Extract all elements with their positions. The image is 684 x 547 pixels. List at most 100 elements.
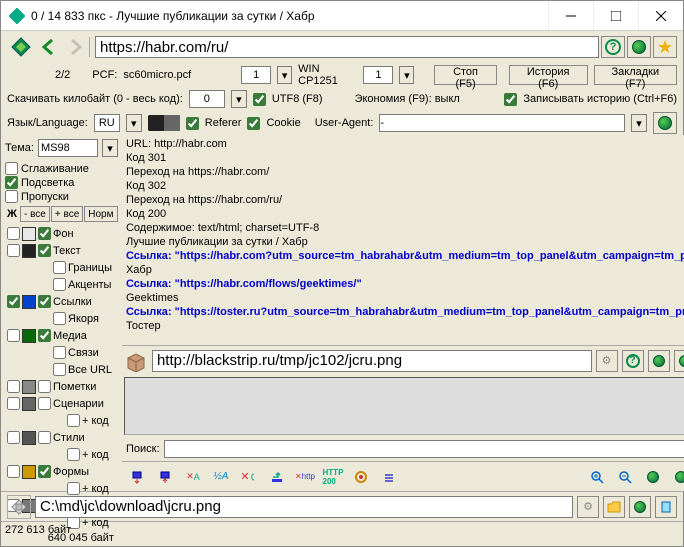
filter-sub-checkbox[interactable]: [53, 363, 66, 376]
tool-6-button[interactable]: [264, 465, 290, 489]
language-input[interactable]: [94, 114, 120, 132]
filter-checkbox-1[interactable]: [7, 397, 20, 410]
log-line: Код 200: [126, 207, 684, 221]
back-button[interactable]: [37, 35, 61, 59]
color-swatch[interactable]: [22, 397, 36, 411]
settings-row-1: 2/2 PCF: sc60micro.pcf ▾ WIN CP1251 ▾ Ст…: [1, 63, 683, 87]
forward-button[interactable]: [63, 35, 87, 59]
all-off-button[interactable]: - все: [20, 206, 50, 222]
font-size-2-dropdown[interactable]: ▾: [399, 66, 414, 84]
action-2-button[interactable]: [674, 350, 684, 372]
search-input[interactable]: [164, 440, 684, 458]
save-history-checkbox[interactable]: [504, 93, 517, 106]
referer-checkbox[interactable]: [186, 117, 199, 130]
theme-dropdown[interactable]: ▾: [102, 139, 118, 157]
zoom-in-button[interactable]: [584, 465, 610, 489]
zoom-out-button[interactable]: [612, 465, 638, 489]
filter-checkbox-1[interactable]: [7, 465, 20, 478]
color-swatch[interactable]: [22, 431, 36, 445]
tool-1-button[interactable]: [124, 465, 150, 489]
color-swatch[interactable]: [22, 295, 36, 309]
user-agent-input[interactable]: [379, 114, 625, 132]
utf8-checkbox[interactable]: [253, 93, 266, 106]
font-size-1-dropdown[interactable]: ▾: [277, 66, 292, 84]
filter-checkbox-1[interactable]: [7, 329, 20, 342]
all-on-button[interactable]: + все: [51, 206, 83, 222]
maximize-button[interactable]: [593, 1, 638, 30]
filter-sub-checkbox[interactable]: [53, 261, 66, 274]
normal-button[interactable]: Норм: [84, 206, 117, 222]
filter-sub-checkbox[interactable]: [67, 482, 80, 495]
bookmarks-button[interactable]: Закладки (F7): [594, 65, 677, 85]
filter-checkbox-2[interactable]: [38, 397, 51, 410]
filter-checkbox-2[interactable]: [38, 380, 51, 393]
toggle-icon[interactable]: [148, 115, 180, 131]
color-swatch[interactable]: [22, 329, 36, 343]
filter-checkbox-2[interactable]: [38, 244, 51, 257]
filter-checkbox-1[interactable]: [7, 380, 20, 393]
folder-button[interactable]: [603, 496, 625, 518]
bookmark-button[interactable]: ★: [653, 36, 677, 58]
tool-7-button[interactable]: ✕http: [292, 465, 318, 489]
gear-button[interactable]: ⚙: [596, 350, 618, 372]
color-swatch[interactable]: [22, 227, 36, 241]
filter-sub-checkbox[interactable]: [53, 346, 66, 359]
settings-button[interactable]: ⚙: [577, 496, 599, 518]
tool-5-button[interactable]: ✕: [236, 465, 262, 489]
cookie-checkbox[interactable]: [247, 117, 260, 130]
filter-checkbox-2[interactable]: [38, 295, 51, 308]
font-size-2-input[interactable]: [363, 66, 393, 84]
language-dropdown[interactable]: ▾: [126, 114, 142, 132]
log-line: Переход на https://habr.com/: [126, 165, 684, 179]
tool-4-button[interactable]: ½A: [208, 465, 234, 489]
download-kb-input[interactable]: [189, 90, 225, 108]
filter-checkbox-1[interactable]: [7, 227, 20, 240]
filter-sub-checkbox[interactable]: [67, 414, 80, 427]
log-link[interactable]: Ссылка: "https://habr.com?utm_source=tm_…: [126, 249, 684, 263]
help-button-2[interactable]: ?: [622, 350, 644, 372]
font-size-1-input[interactable]: [241, 66, 271, 84]
help-button[interactable]: ?: [601, 36, 625, 58]
skips-checkbox[interactable]: [5, 190, 18, 203]
tool-9-button[interactable]: [348, 465, 374, 489]
filter-label: Акценты: [68, 279, 111, 291]
user-agent-action-button[interactable]: [653, 112, 677, 134]
filter-checkbox-1[interactable]: [7, 244, 20, 257]
filter-checkbox-1[interactable]: [7, 295, 20, 308]
filter-checkbox-2[interactable]: [38, 431, 51, 444]
download-kb-dropdown[interactable]: ▾: [231, 90, 247, 108]
minimize-button[interactable]: [548, 1, 593, 30]
go-button[interactable]: [627, 36, 651, 58]
filter-sub-checkbox[interactable]: [67, 448, 80, 461]
log-link[interactable]: Ссылка: "https://habr.com/flows/geektime…: [126, 277, 684, 291]
user-agent-dropdown[interactable]: ▾: [631, 114, 647, 132]
highlight-checkbox[interactable]: [5, 176, 18, 189]
action-1-button[interactable]: [648, 350, 670, 372]
filter-checkbox-1[interactable]: [7, 431, 20, 444]
filter-checkbox-2[interactable]: [38, 329, 51, 342]
tool-8-button[interactable]: HTTP200: [320, 465, 346, 489]
tool-2-button[interactable]: [152, 465, 178, 489]
nav-next-button[interactable]: [640, 465, 666, 489]
nav-down-button[interactable]: [668, 465, 684, 489]
theme-input[interactable]: [38, 139, 98, 157]
tool-10-button[interactable]: [376, 465, 402, 489]
stop-button[interactable]: Стоп (F5): [434, 65, 496, 85]
filter-checkbox-2[interactable]: [38, 227, 51, 240]
close-button[interactable]: [638, 1, 683, 30]
color-swatch[interactable]: [22, 465, 36, 479]
save-path-input[interactable]: [35, 496, 573, 518]
url-input[interactable]: [95, 36, 599, 58]
save-action-button[interactable]: [655, 496, 677, 518]
filter-sub-checkbox[interactable]: [53, 278, 66, 291]
filter-checkbox-2[interactable]: [38, 465, 51, 478]
color-swatch[interactable]: [22, 380, 36, 394]
color-swatch[interactable]: [22, 244, 36, 258]
smoothing-checkbox[interactable]: [5, 162, 18, 175]
save-go-button[interactable]: [629, 496, 651, 518]
log-link[interactable]: Ссылка: "https://toster.ru?utm_source=tm…: [126, 305, 684, 319]
history-button[interactable]: История (F6): [509, 65, 588, 85]
image-url-input[interactable]: [152, 350, 592, 372]
tool-3-button[interactable]: ✕A: [180, 465, 206, 489]
filter-sub-checkbox[interactable]: [53, 312, 66, 325]
